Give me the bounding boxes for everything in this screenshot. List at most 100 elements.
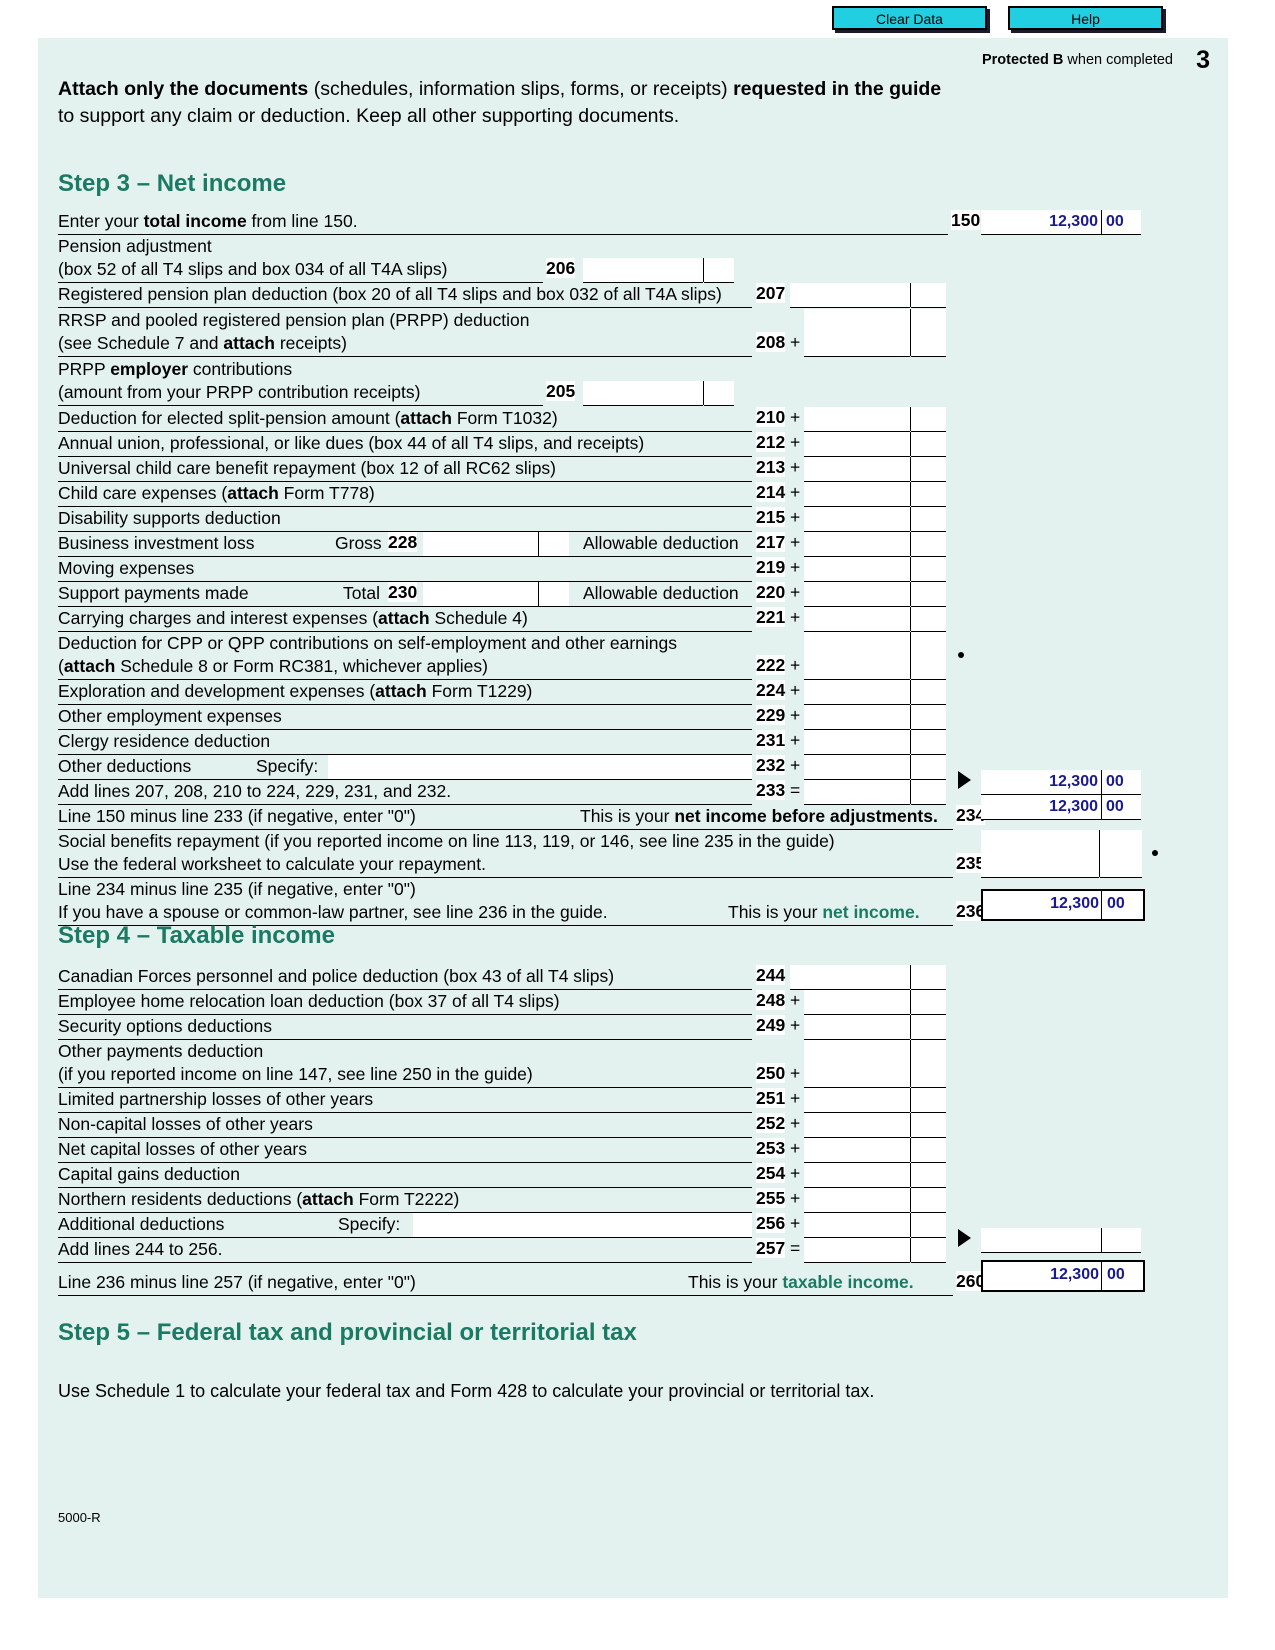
row-206-cents-input[interactable] — [704, 258, 734, 283]
row-253-label: Net capital losses of other years — [58, 1139, 308, 1159]
row-249-input[interactable] — [804, 1015, 910, 1040]
row-222-label-2b: attach — [63, 656, 116, 676]
row-256-cents-input[interactable] — [911, 1213, 946, 1238]
row-220-lineno: 220 — [756, 582, 786, 602]
row-244-input[interactable] — [790, 965, 910, 990]
row-253-cents-input[interactable] — [911, 1138, 946, 1163]
row-215-cents-input[interactable] — [911, 507, 946, 532]
row-222-cents-input[interactable] — [911, 632, 946, 680]
row-257-input[interactable] — [804, 1238, 910, 1263]
row-217-cents-input[interactable] — [911, 532, 946, 557]
row-206-input[interactable] — [583, 258, 703, 283]
row-252-input[interactable] — [804, 1113, 910, 1138]
row-256-specify-input[interactable] — [413, 1213, 752, 1237]
row-220-cents-input[interactable] — [911, 582, 946, 607]
row-235-input[interactable] — [981, 830, 1099, 878]
row-232-specify-input[interactable] — [328, 755, 752, 779]
row-224-input[interactable] — [804, 680, 910, 705]
row-150-value: 12,300 — [1049, 213, 1098, 230]
row-248-input[interactable] — [804, 990, 910, 1015]
row-150-amount[interactable]: 12,300 00 — [981, 210, 1141, 235]
row-254-input[interactable] — [804, 1163, 910, 1188]
row-208-label-2a: (see Schedule 7 and — [58, 333, 224, 353]
row-255-cents-input[interactable] — [911, 1188, 946, 1213]
cents-divider — [1101, 795, 1102, 819]
row-232-cents-input[interactable] — [911, 755, 946, 780]
row-205-cents-input[interactable] — [704, 381, 734, 406]
row-207-input[interactable] — [790, 283, 910, 308]
row-213-input[interactable] — [804, 457, 910, 482]
row-249-cents-input[interactable] — [911, 1015, 946, 1040]
row-251-input[interactable] — [804, 1088, 910, 1113]
row-257-carry-amount[interactable] — [981, 1228, 1141, 1253]
row-250-input[interactable] — [804, 1040, 910, 1088]
row-212-cents-input[interactable] — [911, 432, 946, 457]
row-220-total-cents-input[interactable] — [539, 582, 569, 607]
row-222-label-2: (attach Schedule 8 or Form RC381, whiche… — [58, 655, 488, 677]
row-252-cents-input[interactable] — [911, 1113, 946, 1138]
row-220-input[interactable] — [804, 582, 910, 607]
row-231-cents-input[interactable] — [911, 730, 946, 755]
row-255-lineno: 255 — [756, 1188, 786, 1208]
row-248-cents-input[interactable] — [911, 990, 946, 1015]
row-260-amount[interactable]: 12,300 00 — [981, 1260, 1145, 1292]
row-234-amount[interactable]: 12,300 00 — [981, 795, 1141, 820]
row-235-cents-input[interactable] — [1100, 830, 1142, 878]
row-244-cents-input[interactable] — [911, 965, 946, 990]
row-232-input[interactable] — [804, 755, 910, 780]
row-235-label-2: Use the federal worksheet to calculate y… — [58, 854, 486, 874]
row-208-cents-input[interactable] — [911, 309, 946, 357]
row-233-carry-amount[interactable]: 12,300 00 — [981, 770, 1141, 795]
row-150-label: Enter your total income from line 150. — [58, 210, 358, 232]
row-221-cents-input[interactable] — [911, 607, 946, 632]
row-251-sign: + — [790, 1088, 801, 1108]
row-217-input[interactable] — [804, 532, 910, 557]
row-217-gross-divider — [538, 532, 539, 556]
row-233-input[interactable] — [804, 780, 910, 805]
row-229-input[interactable] — [804, 705, 910, 730]
row-233-cents-input[interactable] — [911, 780, 946, 805]
row-213-cents-input[interactable] — [911, 457, 946, 482]
row-220-total-input[interactable] — [423, 582, 538, 607]
row-257-label: Add lines 244 to 256. — [58, 1239, 223, 1259]
row-229-cents-input[interactable] — [911, 705, 946, 730]
row-217-gross-input[interactable] — [423, 532, 538, 557]
row-257-cents-input[interactable] — [911, 1238, 946, 1263]
row-208-input[interactable] — [804, 309, 910, 357]
row-205-label-2: (amount from your PRPP contribution rece… — [58, 382, 421, 402]
row-210-input[interactable] — [804, 407, 910, 432]
row-231-input[interactable] — [804, 730, 910, 755]
help-button[interactable]: Help — [1008, 6, 1163, 30]
row-214-cents-input[interactable] — [911, 482, 946, 507]
row-215-lineno: 215 — [756, 507, 786, 527]
row-221-input[interactable] — [804, 607, 910, 632]
row-219-input[interactable] — [804, 557, 910, 582]
row-214-input[interactable] — [804, 482, 910, 507]
row-219-cents-input[interactable] — [911, 557, 946, 582]
row-251-cents-input[interactable] — [911, 1088, 946, 1113]
row-250-cents-input[interactable] — [911, 1040, 946, 1088]
row-253-input[interactable] — [804, 1138, 910, 1163]
row-212-input[interactable] — [804, 432, 910, 457]
row-207-cents-input[interactable] — [911, 283, 946, 308]
row-215-input[interactable] — [804, 507, 910, 532]
row-205-input[interactable] — [583, 381, 703, 406]
row-254-cents-input[interactable] — [911, 1163, 946, 1188]
row-255-sign: + — [790, 1188, 801, 1208]
row-217-gross-cents-input[interactable] — [539, 532, 569, 557]
row-222-input[interactable] — [804, 632, 910, 680]
row-210-cents-input[interactable] — [911, 407, 946, 432]
row-236-amount[interactable]: 12,300 00 — [981, 889, 1145, 921]
row-208-sign: + — [790, 332, 801, 352]
row-221-label: Carrying charges and interest expenses (… — [58, 607, 528, 629]
row-206-lineno: 206 — [546, 258, 576, 278]
row-224-label: Exploration and development expenses (at… — [58, 680, 532, 702]
clear-data-button[interactable]: Clear Data — [832, 6, 987, 30]
row-208-leader — [58, 356, 752, 357]
row-236-label-2: If you have a spouse or common-law partn… — [58, 902, 608, 922]
row-205-label: PRPP employer contributions — [58, 358, 292, 380]
row-256-input[interactable] — [804, 1213, 910, 1238]
row-255-input[interactable] — [804, 1188, 910, 1213]
row-224-cents-input[interactable] — [911, 680, 946, 705]
row-248-sign: + — [790, 990, 801, 1010]
